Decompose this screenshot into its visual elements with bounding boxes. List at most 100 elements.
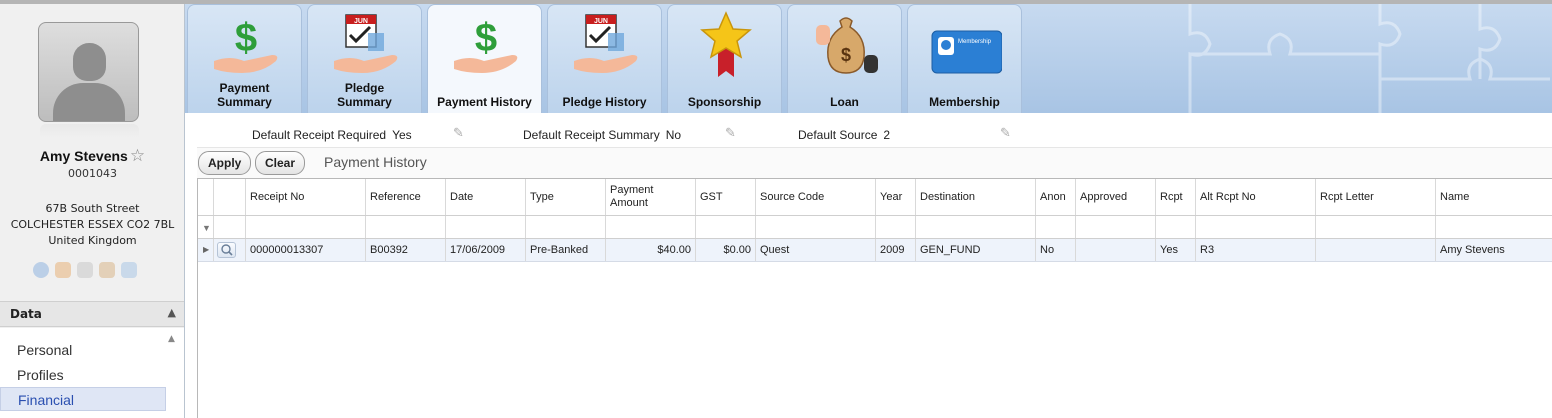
default-source: Default Source 2	[798, 128, 890, 142]
calendar-hand-icon: JUN	[334, 14, 398, 73]
column-header-reference[interactable]: Reference	[366, 179, 446, 215]
puzzle-background-decoration	[1188, 4, 1550, 113]
cell-approved	[1076, 239, 1156, 261]
filter-cell-gst[interactable]	[696, 216, 756, 238]
expand-arrow-icon[interactable]: ▶	[203, 239, 209, 261]
tab-label: Sponsorship	[687, 95, 762, 109]
column-header-gst[interactable]: GST	[696, 179, 756, 215]
filter-cell-date[interactable]	[446, 216, 526, 238]
column-header-rcpt[interactable]: Rcpt	[1156, 179, 1196, 215]
avatar-silhouette-body	[53, 83, 125, 121]
filter-cell-year[interactable]	[876, 216, 916, 238]
star-outline-icon[interactable]: ☆	[130, 146, 145, 165]
column-header-rcpt-letter[interactable]: Rcpt Letter	[1316, 179, 1436, 215]
column-header-receipt-no[interactable]: Receipt No	[246, 179, 366, 215]
cell-destination: GEN_FUND	[916, 239, 1036, 261]
row-view-cell	[214, 239, 246, 261]
table-row[interactable]: ▶ 000000013307 B00392 17/06/2009 Pre-Ban…	[198, 239, 1552, 262]
sidebar-item-financial[interactable]: Financial	[0, 387, 166, 411]
column-header-date[interactable]: Date	[446, 179, 526, 215]
avatar[interactable]	[38, 22, 139, 122]
filter-cell-name[interactable]	[1436, 216, 1552, 238]
svg-text:$: $	[475, 16, 497, 60]
column-header-alt-rcpt-no[interactable]: Alt Rcpt No	[1196, 179, 1316, 215]
tab-pledge-summary[interactable]: JUN Pledge Summary	[307, 4, 422, 113]
column-header-year[interactable]: Year	[876, 179, 916, 215]
filter-cell-payment-amount[interactable]	[606, 216, 696, 238]
filter-cell-type[interactable]	[526, 216, 606, 238]
tab-label: Loan	[830, 95, 859, 109]
filter-cell-alt-rcpt-no[interactable]	[1196, 216, 1316, 238]
cell-rcpt: Yes	[1156, 239, 1196, 261]
data-section-header[interactable]: Data ▲	[0, 301, 184, 327]
tab-payment-history[interactable]: $ Payment History	[427, 4, 542, 113]
money-bag-icon: $	[816, 17, 878, 74]
column-header-anon[interactable]: Anon	[1036, 179, 1076, 215]
sidebar-item-profiles[interactable]: Profiles	[0, 363, 166, 387]
grid-header-row: Receipt No Reference Date Type Payment A…	[198, 179, 1552, 216]
scroll-up-arrow-icon[interactable]: ▲	[168, 334, 175, 344]
gift-icon[interactable]	[77, 262, 93, 278]
tab-label: Membership	[929, 95, 1000, 109]
magnifier-icon[interactable]	[217, 242, 236, 258]
mail-icon[interactable]	[99, 262, 115, 278]
filter-cell-anon[interactable]	[1036, 216, 1076, 238]
default-receipt-required-label: Default Receipt Required	[252, 128, 387, 142]
filter-funnel-icon[interactable]: ▼	[202, 223, 211, 233]
filter-cell-destination[interactable]	[916, 216, 1036, 238]
address-line-2: COLCHESTER ESSEX CO2 7BL	[10, 218, 175, 231]
column-header-type[interactable]: Type	[526, 179, 606, 215]
magnifier-glyph	[221, 244, 233, 256]
tab-sponsorship[interactable]: Sponsorship	[667, 4, 782, 113]
filter-cell-rcpt-letter[interactable]	[1316, 216, 1436, 238]
sidebar-item-personal[interactable]: Personal	[0, 338, 166, 362]
apply-button[interactable]: Apply	[198, 151, 252, 175]
tab-label: Pledge Summary	[308, 81, 421, 109]
contact-sidebar: Amy Stevens ☆ 0001043 67B South Street CO…	[0, 0, 185, 418]
filter-cell-approved[interactable]	[1076, 216, 1156, 238]
action-bar: Apply Clear Payment History	[197, 148, 1552, 178]
cell-source-code: Quest	[756, 239, 876, 261]
clear-button[interactable]: Clear	[255, 151, 306, 175]
edit-pencil-icon[interactable]: ✎	[725, 126, 736, 141]
avatar-silhouette-head	[73, 43, 106, 81]
tab-membership[interactable]: Membership Membership	[907, 4, 1022, 113]
filter-cell-receipt-no[interactable]	[246, 216, 366, 238]
contact-id: 0001043	[68, 167, 117, 180]
tab-label: Payment Summary	[188, 81, 301, 109]
filter-cell-source-code[interactable]	[756, 216, 876, 238]
column-header-name[interactable]: Name	[1436, 179, 1552, 215]
calendar-month-text: JUN	[354, 18, 368, 25]
chevron-up-icon[interactable]: ▲	[168, 306, 176, 319]
top-divider	[0, 0, 185, 4]
group-icon[interactable]	[121, 262, 137, 278]
cell-rcpt-letter	[1316, 239, 1436, 261]
app-window: Amy Stevens ☆ 0001043 67B South Street CO…	[0, 0, 1552, 418]
cell-type: Pre-Banked	[526, 239, 606, 261]
contact-address: 67B South Street COLCHESTER ESSEX CO2 7B…	[0, 201, 185, 249]
edit-pencil-icon[interactable]: ✎	[1000, 126, 1011, 141]
column-header-destination[interactable]: Destination	[916, 179, 1036, 215]
filter-cell-reference[interactable]	[366, 216, 446, 238]
column-header-approved[interactable]: Approved	[1076, 179, 1156, 215]
globe-icon[interactable]	[33, 262, 49, 278]
membership-card-icon: Membership	[931, 30, 1002, 74]
default-source-label: Default Source	[798, 128, 878, 142]
edit-pencil-icon[interactable]: ✎	[453, 126, 464, 141]
tab-payment-summary[interactable]: $ Payment Summary	[187, 4, 302, 113]
warning-icon[interactable]	[55, 262, 71, 278]
cell-year: 2009	[876, 239, 916, 261]
header-action-cell	[214, 179, 246, 215]
tab-pledge-history[interactable]: JUN Pledge History	[547, 4, 662, 113]
card-text: Membership	[958, 39, 992, 45]
column-header-payment-amount[interactable]: Payment Amount	[606, 179, 696, 215]
tab-loan[interactable]: $ Loan	[787, 4, 902, 113]
default-receipt-summary-label: Default Receipt Summary	[523, 128, 660, 142]
filter-cell-rcpt[interactable]	[1156, 216, 1196, 238]
row-expander-cell: ▶	[198, 239, 214, 261]
header-expander-cell	[198, 179, 214, 215]
cell-alt-rcpt-no: R3	[1196, 239, 1316, 261]
tab-label: Pledge History	[562, 95, 647, 109]
column-header-source-code[interactable]: Source Code	[756, 179, 876, 215]
star-ribbon-icon	[700, 11, 752, 77]
